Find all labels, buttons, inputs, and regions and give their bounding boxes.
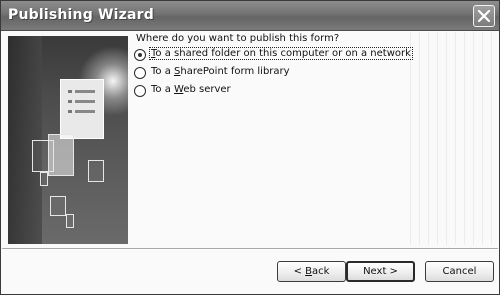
window-title: Publishing Wizard	[8, 7, 154, 23]
form-document-graphic	[60, 79, 104, 139]
radio-button[interactable]	[134, 67, 146, 79]
wizard-side-graphic	[8, 36, 128, 244]
option-label-sharepoint: To a SharePoint form library	[151, 66, 290, 77]
decorative-stripes	[402, 32, 498, 245]
back-button-label: < Back	[293, 266, 330, 277]
close-button[interactable]	[473, 5, 495, 27]
button-separator	[2, 248, 498, 250]
publish-question: Where do you want to publish this form?	[136, 33, 340, 44]
cancel-button[interactable]: Cancel	[425, 261, 494, 282]
next-button[interactable]: Next >	[346, 261, 415, 282]
option-sharepoint-library[interactable]: To a SharePoint form library	[134, 65, 394, 81]
publishing-wizard-dialog: Publishing Wizard Where do you want to p…	[0, 0, 500, 295]
option-label-web-server: To a Web server	[151, 84, 231, 95]
back-button[interactable]: < Back	[277, 261, 346, 282]
cancel-button-label: Cancel	[442, 266, 477, 277]
next-button-label: Next >	[363, 266, 398, 277]
radio-button[interactable]	[134, 85, 146, 97]
option-shared-folder[interactable]: To a shared folder on this computer or o…	[134, 47, 413, 63]
radio-button-selected[interactable]	[134, 49, 146, 61]
option-web-server[interactable]: To a Web server	[134, 83, 394, 99]
title-bar: Publishing Wizard	[1, 1, 499, 31]
option-label-shared-folder: To a shared folder on this computer or o…	[149, 47, 413, 60]
wizard-body: Where do you want to publish this form? …	[2, 32, 498, 294]
close-icon	[478, 10, 490, 22]
